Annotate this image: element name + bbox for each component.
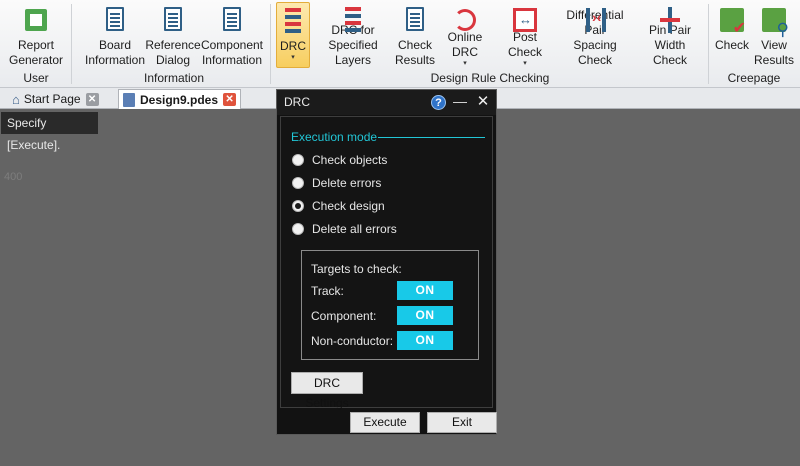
radio-button-selected-icon[interactable] (292, 200, 304, 212)
tab-design9[interactable]: Design9.pdes ✕ (118, 89, 242, 109)
exit-button[interactable]: Exit (427, 412, 497, 433)
radio-check-design[interactable]: Check design (292, 199, 385, 213)
target-row-track: Track: ON (311, 281, 474, 301)
drc-button[interactable]: DRC ▾ (276, 2, 310, 68)
minimize-icon[interactable]: — (453, 94, 467, 110)
check-results-button[interactable]: Check Results (395, 2, 435, 68)
radio-button-icon[interactable] (292, 154, 304, 166)
reference-dialog-button[interactable]: Reference Dialog (145, 2, 201, 68)
dialog-title-bar[interactable]: DRC ? — ✕ (277, 90, 496, 115)
component-toggle[interactable]: ON (397, 306, 453, 325)
execute-button[interactable]: Execute (350, 412, 420, 433)
home-icon: ⌂ (12, 91, 20, 107)
group-label-design-rule-checking: Design Rule Checking (430, 71, 550, 85)
execution-mode-heading: Execution mode (291, 130, 378, 144)
targets-heading: Targets to check: (311, 262, 402, 276)
online-drc-icon (450, 5, 480, 31)
creepage-check-icon (717, 5, 747, 36)
board-information-button[interactable]: Board Information (84, 2, 146, 68)
radio-delete-all-errors[interactable]: Delete all errors (292, 222, 397, 236)
chevron-down-icon: ▾ (291, 54, 295, 61)
radio-check-objects[interactable]: Check objects (292, 153, 387, 167)
differential-pair-spacing-check-button[interactable]: Differential Pair Spacing Check (556, 2, 634, 68)
report-generator-icon (21, 5, 51, 35)
close-icon[interactable]: ✕ (476, 94, 490, 109)
axis-label: 400 (4, 171, 23, 183)
target-row-component: Component: ON (311, 306, 474, 326)
dialog-body: Execution mode Check objects Delete erro… (280, 116, 493, 410)
ribbon-divider (270, 4, 271, 84)
track-toggle[interactable]: ON (397, 281, 453, 300)
component-information-button[interactable]: Component Information (200, 2, 264, 68)
report-generator-button[interactable]: Report Generator (4, 2, 68, 68)
pin-pair-icon (655, 5, 685, 33)
status-tooltip: Specify [Execute]. (1, 112, 98, 152)
view-results-button[interactable]: View Results (754, 2, 794, 68)
group-label-information: Information (143, 71, 205, 85)
non-conductor-toggle[interactable]: ON (397, 331, 453, 350)
pin-pair-width-check-button[interactable]: Pin Pair Width Check (636, 2, 704, 68)
chevron-down-icon: ▾ (463, 60, 467, 67)
post-check-icon (510, 5, 540, 32)
help-icon[interactable]: ? (431, 95, 446, 110)
targets-group: Targets to check: Track: ON Component: O… (301, 250, 479, 360)
chevron-down-icon: ▾ (523, 60, 527, 67)
radio-button-icon[interactable] (292, 177, 304, 189)
group-label-user: User (23, 71, 49, 85)
radio-delete-errors[interactable]: Delete errors (292, 176, 381, 190)
group-label-creepage: Creepage (727, 71, 781, 85)
pcb-file-icon (123, 92, 135, 107)
ribbon-divider (71, 4, 72, 84)
section-divider (378, 137, 485, 138)
tab-start-page[interactable]: ⌂ Start Page ✕ (8, 89, 103, 109)
online-drc-button[interactable]: Online DRC ▾ (435, 2, 495, 68)
creepage-check-button[interactable]: Check (714, 2, 750, 68)
drc-icon (278, 6, 308, 36)
ribbon: Report Generator User Board Information … (0, 0, 800, 88)
tab-close-icon[interactable]: ✕ (85, 92, 99, 106)
drc-settings-button[interactable]: DRC Settings (291, 372, 363, 410)
ribbon-divider (708, 4, 709, 84)
reference-dialog-icon (158, 5, 188, 35)
dialog-title: DRC (284, 95, 310, 109)
radio-button-icon[interactable] (292, 223, 304, 235)
component-information-icon (217, 5, 247, 35)
view-results-icon (759, 5, 789, 37)
drc-dialog: DRC ? — ✕ Execution mode Check objects D… (276, 89, 497, 435)
target-row-non-conductor: Non-conductor: ON (311, 331, 474, 351)
drc-specified-layers-button[interactable]: DRC for Specified Layers (312, 2, 394, 68)
board-information-icon (100, 5, 130, 35)
check-results-icon (400, 5, 430, 35)
drc-layers-icon (338, 5, 368, 32)
tab-close-icon[interactable]: ✕ (223, 93, 237, 106)
post-check-button[interactable]: Post Check ▾ (496, 2, 554, 68)
